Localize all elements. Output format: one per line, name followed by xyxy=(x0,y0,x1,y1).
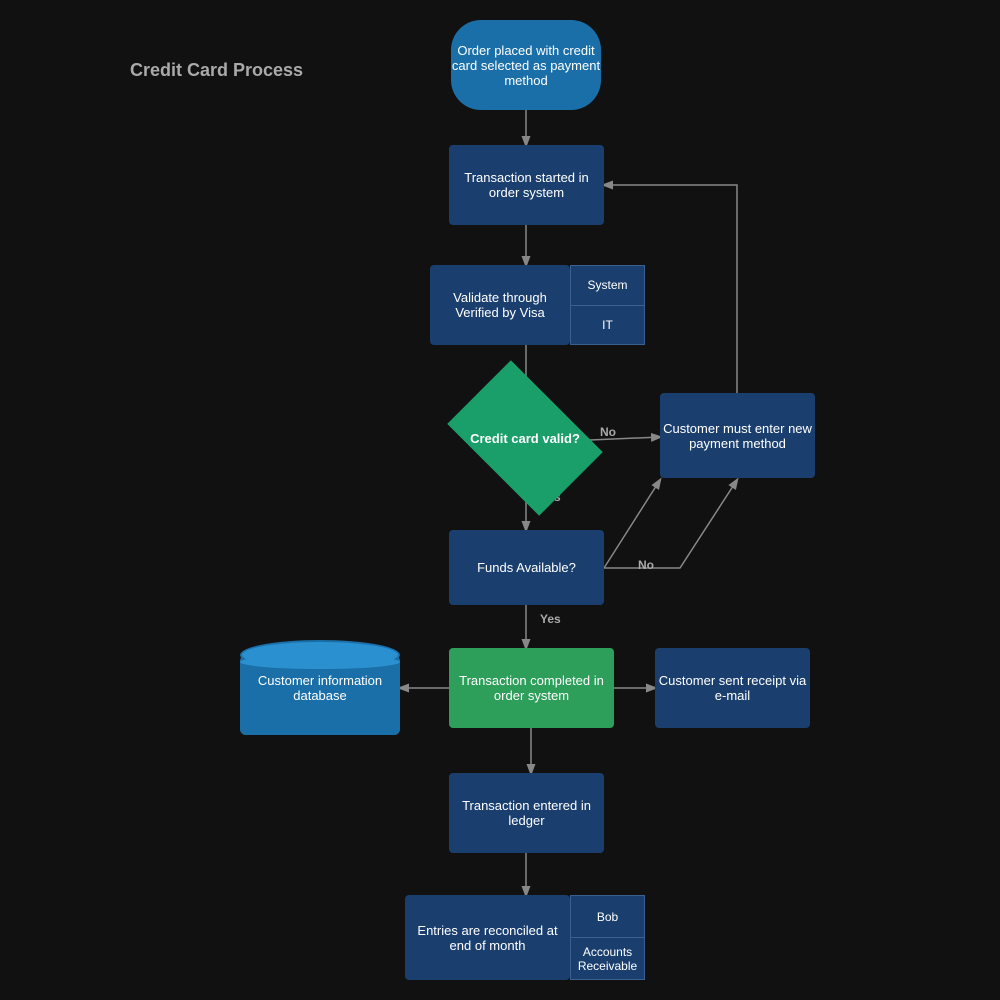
transaction-ledger-shape: Transaction entered in ledger xyxy=(449,773,604,853)
swimlane-system-cell: System xyxy=(571,266,644,306)
order-placed-label: Order placed with credit card selected a… xyxy=(451,43,601,88)
reconcile-swimlane: Bob Accounts Receivable xyxy=(570,895,645,980)
validate-visa-shape: Validate through Verified by Visa xyxy=(430,265,570,345)
funds-available-shape: Funds Available? xyxy=(449,530,604,605)
transaction-started-shape: Transaction started in order system xyxy=(449,145,604,225)
customer-receipt-label: Customer sent receipt via e-mail xyxy=(655,673,810,703)
swimlane-bob-cell: Bob xyxy=(571,896,644,938)
diagram-container: Credit Card Process xyxy=(0,0,1000,1000)
transaction-started-label: Transaction started in order system xyxy=(449,170,604,200)
swimlane-ar-cell: Accounts Receivable xyxy=(571,938,644,979)
no1-label: No xyxy=(600,425,616,439)
customer-payment-label: Customer must enter new payment method xyxy=(660,421,815,451)
customer-db-label: Customer information database xyxy=(240,640,400,735)
transaction-completed-shape: Transaction completed in order system xyxy=(449,648,614,728)
credit-card-valid-shape: Credit card valid? xyxy=(460,393,590,483)
transaction-ledger-label: Transaction entered in ledger xyxy=(449,798,604,828)
transaction-completed-label: Transaction completed in order system xyxy=(449,673,614,703)
validate-swimlane: System IT xyxy=(570,265,645,345)
yes2-label: Yes xyxy=(540,612,561,626)
entries-reconciled-shape: Entries are reconciled at end of month xyxy=(405,895,570,980)
customer-db-shape: Customer information database xyxy=(240,640,400,740)
funds-available-label: Funds Available? xyxy=(477,560,576,575)
entries-reconciled-label: Entries are reconciled at end of month xyxy=(405,923,570,953)
credit-card-valid-label: Credit card valid? xyxy=(470,431,580,446)
order-placed-shape: Order placed with credit card selected a… xyxy=(451,20,601,110)
swimlane-it-cell: IT xyxy=(571,306,644,345)
no2-label: No xyxy=(638,558,654,572)
validate-visa-label: Validate through Verified by Visa xyxy=(430,290,570,320)
customer-receipt-shape: Customer sent receipt via e-mail xyxy=(655,648,810,728)
customer-payment-shape: Customer must enter new payment method xyxy=(660,393,815,478)
diagram-title: Credit Card Process xyxy=(130,60,303,81)
